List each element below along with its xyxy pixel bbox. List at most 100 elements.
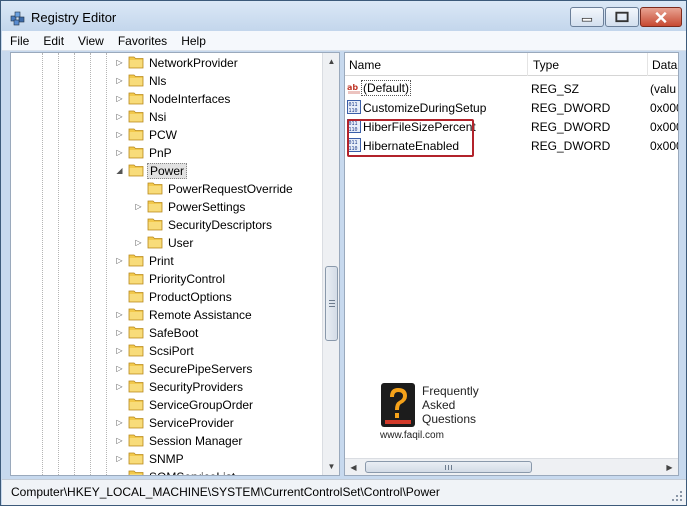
column-header-name[interactable]: Name	[349, 58, 381, 72]
folder-icon	[128, 254, 144, 267]
collapsed-arrow-icon[interactable]: ▷	[115, 130, 124, 139]
folder-icon	[128, 362, 144, 375]
registry-editor-icon	[10, 11, 25, 26]
tree-item-remote-assistance[interactable]: ▷ Remote Assistance	[11, 306, 311, 324]
collapsed-arrow-icon[interactable]: ▷	[115, 346, 124, 355]
registry-editor-window: Registry Editor File Edit View Favorites…	[0, 0, 687, 506]
tree-item-label: Nls	[149, 74, 167, 88]
tree-item-user[interactable]: ▷ User	[11, 234, 311, 252]
faq-watermark-logo: Frequently Asked Questions www.faqil.com	[380, 382, 490, 442]
scroll-up-arrow-icon[interactable]: ▲	[323, 53, 339, 70]
collapsed-arrow-icon[interactable]: ▷	[115, 256, 124, 265]
tree-item-label: PriorityControl	[149, 272, 226, 286]
folder-icon	[128, 344, 144, 357]
registry-tree-pane[interactable]: ▷ NetworkProvider ▷ Nls ▷ NodeInterfaces ▷ Nsi ▷…	[10, 52, 340, 476]
maximize-button[interactable]	[605, 7, 639, 27]
tree-item-label: SecurityDescriptors	[168, 218, 273, 232]
tree-item-power[interactable]: ◢ Power	[11, 162, 311, 180]
tree-item-label: ScsiPort	[149, 344, 194, 358]
column-header-type[interactable]: Type	[533, 58, 559, 72]
tree-item-powersettings[interactable]: ▷ PowerSettings	[11, 198, 311, 216]
value-type: REG_DWORD	[531, 120, 611, 134]
collapsed-arrow-icon[interactable]: ▷	[115, 436, 124, 445]
tree-item-label: ServiceProvider	[149, 416, 234, 430]
collapsed-arrow-icon[interactable]: ▷	[115, 148, 124, 157]
tree-item-pcw[interactable]: ▷ PCW	[11, 126, 311, 144]
tree-item-scsiport[interactable]: ▷ ScsiPort	[11, 342, 311, 360]
close-button[interactable]	[640, 7, 682, 27]
collapsed-arrow-icon[interactable]: ▷	[115, 328, 124, 337]
value-data: 0x000	[650, 101, 678, 115]
tree-item-servicegrouporder[interactable]: ServiceGroupOrder	[11, 396, 311, 414]
value-row-customizeduringsetup[interactable]: 011 110 CustomizeDuringSetup REG_DWORD 0…	[345, 98, 678, 117]
folder-icon	[128, 416, 144, 429]
logo-text-line1: Frequently	[422, 384, 479, 398]
registry-tree: ▷ NetworkProvider ▷ Nls ▷ NodeInterfaces ▷ Nsi ▷…	[11, 53, 322, 475]
minimize-button[interactable]	[570, 7, 604, 27]
tree-item-securityproviders[interactable]: ▷ SecurityProviders	[11, 378, 311, 396]
column-header-data[interactable]: Data	[652, 58, 677, 72]
tree-item-sqmservicelist[interactable]: SQMServiceList	[11, 468, 311, 475]
tree-item-print[interactable]: ▷ Print	[11, 252, 311, 270]
expanded-arrow-icon[interactable]: ◢	[115, 166, 124, 175]
resize-grip-icon[interactable]	[671, 490, 683, 502]
tree-item-label: NetworkProvider	[149, 56, 238, 70]
folder-icon	[128, 272, 144, 285]
collapsed-arrow-icon[interactable]: ▷	[115, 76, 124, 85]
menu-view[interactable]: View	[72, 34, 110, 48]
folder-icon	[128, 128, 144, 141]
menu-help[interactable]: Help	[175, 34, 212, 48]
scroll-left-arrow-icon[interactable]: ◀	[345, 459, 362, 475]
values-scroll-thumb[interactable]	[365, 461, 532, 473]
tree-item-nls[interactable]: ▷ Nls	[11, 72, 311, 90]
collapsed-arrow-icon[interactable]: ▷	[115, 364, 124, 373]
tree-item-serviceprovider[interactable]: ▷ ServiceProvider	[11, 414, 311, 432]
value-row-default[interactable]: ab (Default) REG_SZ (valu	[345, 79, 678, 98]
tree-scroll-thumb[interactable]	[325, 266, 338, 341]
column-divider[interactable]	[527, 53, 528, 76]
tree-item-powerrequestoverride[interactable]: PowerRequestOverride	[11, 180, 311, 198]
tree-item-securepipeservers[interactable]: ▷ SecurePipeServers	[11, 360, 311, 378]
question-mark-logo-icon	[381, 383, 415, 427]
collapsed-arrow-icon[interactable]: ▷	[115, 94, 124, 103]
tree-item-session-manager[interactable]: ▷ Session Manager	[11, 432, 311, 450]
menu-favorites[interactable]: Favorites	[112, 34, 173, 48]
folder-icon	[128, 434, 144, 447]
window-title: Registry Editor	[31, 10, 117, 25]
tree-item-snmp[interactable]: ▷ SNMP	[11, 450, 311, 468]
tree-item-label: PnP	[149, 146, 172, 160]
scroll-right-arrow-icon[interactable]: ▶	[661, 459, 678, 475]
tree-item-label: SafeBoot	[149, 326, 199, 340]
tree-item-safeboot[interactable]: ▷ SafeBoot	[11, 324, 311, 342]
collapsed-arrow-icon[interactable]: ▷	[115, 112, 124, 121]
tree-item-prioritycontrol[interactable]: PriorityControl	[11, 270, 311, 288]
title-bar[interactable]: Registry Editor	[1, 1, 686, 31]
tree-item-securitydescriptors[interactable]: SecurityDescriptors	[11, 216, 311, 234]
collapsed-arrow-icon[interactable]: ▷	[134, 202, 143, 211]
scroll-down-arrow-icon[interactable]: ▼	[323, 458, 339, 475]
collapsed-arrow-icon[interactable]: ▷	[115, 58, 124, 67]
collapsed-arrow-icon[interactable]: ▷	[115, 382, 124, 391]
folder-icon	[128, 56, 144, 69]
collapsed-arrow-icon[interactable]: ▷	[115, 418, 124, 427]
value-data: 0x000	[650, 120, 678, 134]
svg-text:ab: ab	[347, 83, 358, 92]
values-horizontal-scrollbar[interactable]: ◀ ▶	[345, 458, 678, 475]
logo-text-line3: Questions	[422, 412, 477, 426]
tree-vertical-scrollbar[interactable]: ▲ ▼	[322, 53, 339, 475]
menu-file[interactable]: File	[4, 34, 35, 48]
tree-item-networkprovider[interactable]: ▷ NetworkProvider	[11, 54, 311, 72]
folder-icon	[128, 398, 144, 411]
tree-item-productoptions[interactable]: ProductOptions	[11, 288, 311, 306]
collapsed-arrow-icon[interactable]: ▷	[115, 454, 124, 463]
tree-item-label: Session Manager	[149, 434, 243, 448]
tree-item-nodeinterfaces[interactable]: ▷ NodeInterfaces	[11, 90, 311, 108]
value-data: 0x000	[650, 139, 678, 153]
collapsed-arrow-icon[interactable]: ▷	[115, 310, 124, 319]
menu-edit[interactable]: Edit	[37, 34, 70, 48]
tree-item-pnp[interactable]: ▷ PnP	[11, 144, 311, 162]
collapsed-arrow-icon[interactable]: ▷	[134, 238, 143, 247]
svg-text:110: 110	[349, 108, 358, 114]
tree-item-nsi[interactable]: ▷ Nsi	[11, 108, 311, 126]
column-divider[interactable]	[647, 53, 648, 76]
